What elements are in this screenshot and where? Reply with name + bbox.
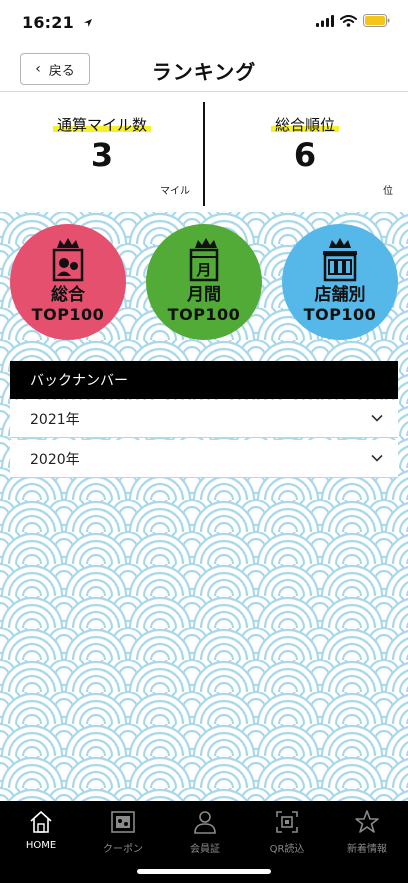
- crown-store-icon: [323, 238, 357, 282]
- overall-top100-button[interactable]: 総合 TOP100: [10, 224, 126, 340]
- total-miles-value: 3: [90, 136, 114, 174]
- coupon-icon: [111, 811, 135, 833]
- tab-member-card-label: 会員証: [190, 844, 220, 855]
- member-card-icon: [194, 811, 216, 834]
- tab-coupon-label: クーポン: [103, 844, 143, 855]
- status-icons: [316, 14, 390, 27]
- total-miles-label: 通算マイル数: [52, 116, 151, 134]
- overall-rank-stat: 総合順位 6 位: [205, 92, 405, 212]
- year-label: 2021年: [30, 411, 80, 428]
- overall-top100-line2: TOP100: [31, 305, 105, 324]
- home-indicator: [137, 869, 271, 874]
- status-time-text: 16:21: [22, 13, 74, 32]
- monthly-top100-line1: 月間: [187, 285, 221, 305]
- tab-home[interactable]: HOME: [0, 809, 82, 857]
- chevron-left-icon: ‹: [35, 61, 41, 77]
- store-top100-line1: 店舗別: [314, 285, 366, 305]
- battery-icon: [363, 14, 390, 27]
- chevron-down-icon: [371, 454, 383, 462]
- wifi-icon: [340, 14, 357, 27]
- crown-calendar-icon: 月: [189, 238, 219, 282]
- svg-text:月: 月: [195, 261, 211, 279]
- stats-panel: 通算マイル数 3 マイル 総合順位 6 位: [0, 92, 408, 212]
- total-miles-stat: 通算マイル数 3 マイル: [2, 92, 202, 212]
- tab-news[interactable]: 新着情報: [326, 809, 408, 857]
- year-row-2020[interactable]: 2020年: [10, 440, 398, 478]
- overall-rank-value: 6: [293, 136, 317, 174]
- total-miles-unit: マイル: [160, 186, 190, 197]
- back-button-label: 戻る: [48, 63, 75, 79]
- tab-member-card[interactable]: 会員証: [164, 809, 246, 857]
- overall-top100-line1: 総合: [51, 285, 85, 305]
- overall-rank-label-wrap: 総合順位: [205, 114, 405, 135]
- store-top100-button[interactable]: 店舗別 TOP100: [282, 224, 398, 340]
- home-icon: [30, 810, 52, 833]
- tab-qr-scan[interactable]: QR読込: [246, 809, 328, 857]
- year-row-2021[interactable]: 2021年: [10, 400, 398, 438]
- tab-coupon[interactable]: クーポン: [82, 809, 164, 857]
- crown-person-icon: [52, 238, 84, 282]
- monthly-top100-button[interactable]: 月 月間 TOP100: [146, 224, 262, 340]
- signal-icon: [316, 14, 334, 27]
- qr-scan-icon: [276, 811, 298, 833]
- chevron-down-icon: [371, 414, 383, 422]
- navigation-bar: ランキング ‹ 戻る: [0, 44, 408, 92]
- total-miles-label-wrap: 通算マイル数: [2, 114, 202, 135]
- location-arrow-icon: [83, 19, 92, 27]
- back-number-header: バックナンバー: [10, 361, 398, 399]
- tab-qr-scan-label: QR読込: [269, 844, 305, 855]
- overall-rank-unit: 位: [383, 186, 393, 197]
- star-icon: [355, 810, 379, 833]
- status-time: 16:21: [22, 13, 93, 32]
- back-button[interactable]: ‹ 戻る: [20, 53, 90, 85]
- tab-home-label: HOME: [25, 840, 57, 851]
- tab-news-label: 新着情報: [347, 844, 387, 855]
- monthly-top100-line2: TOP100: [167, 305, 241, 324]
- status-bar: 16:21: [0, 0, 408, 44]
- overall-rank-label: 総合順位: [270, 116, 339, 134]
- year-label: 2020年: [30, 451, 80, 468]
- store-top100-line2: TOP100: [303, 305, 377, 324]
